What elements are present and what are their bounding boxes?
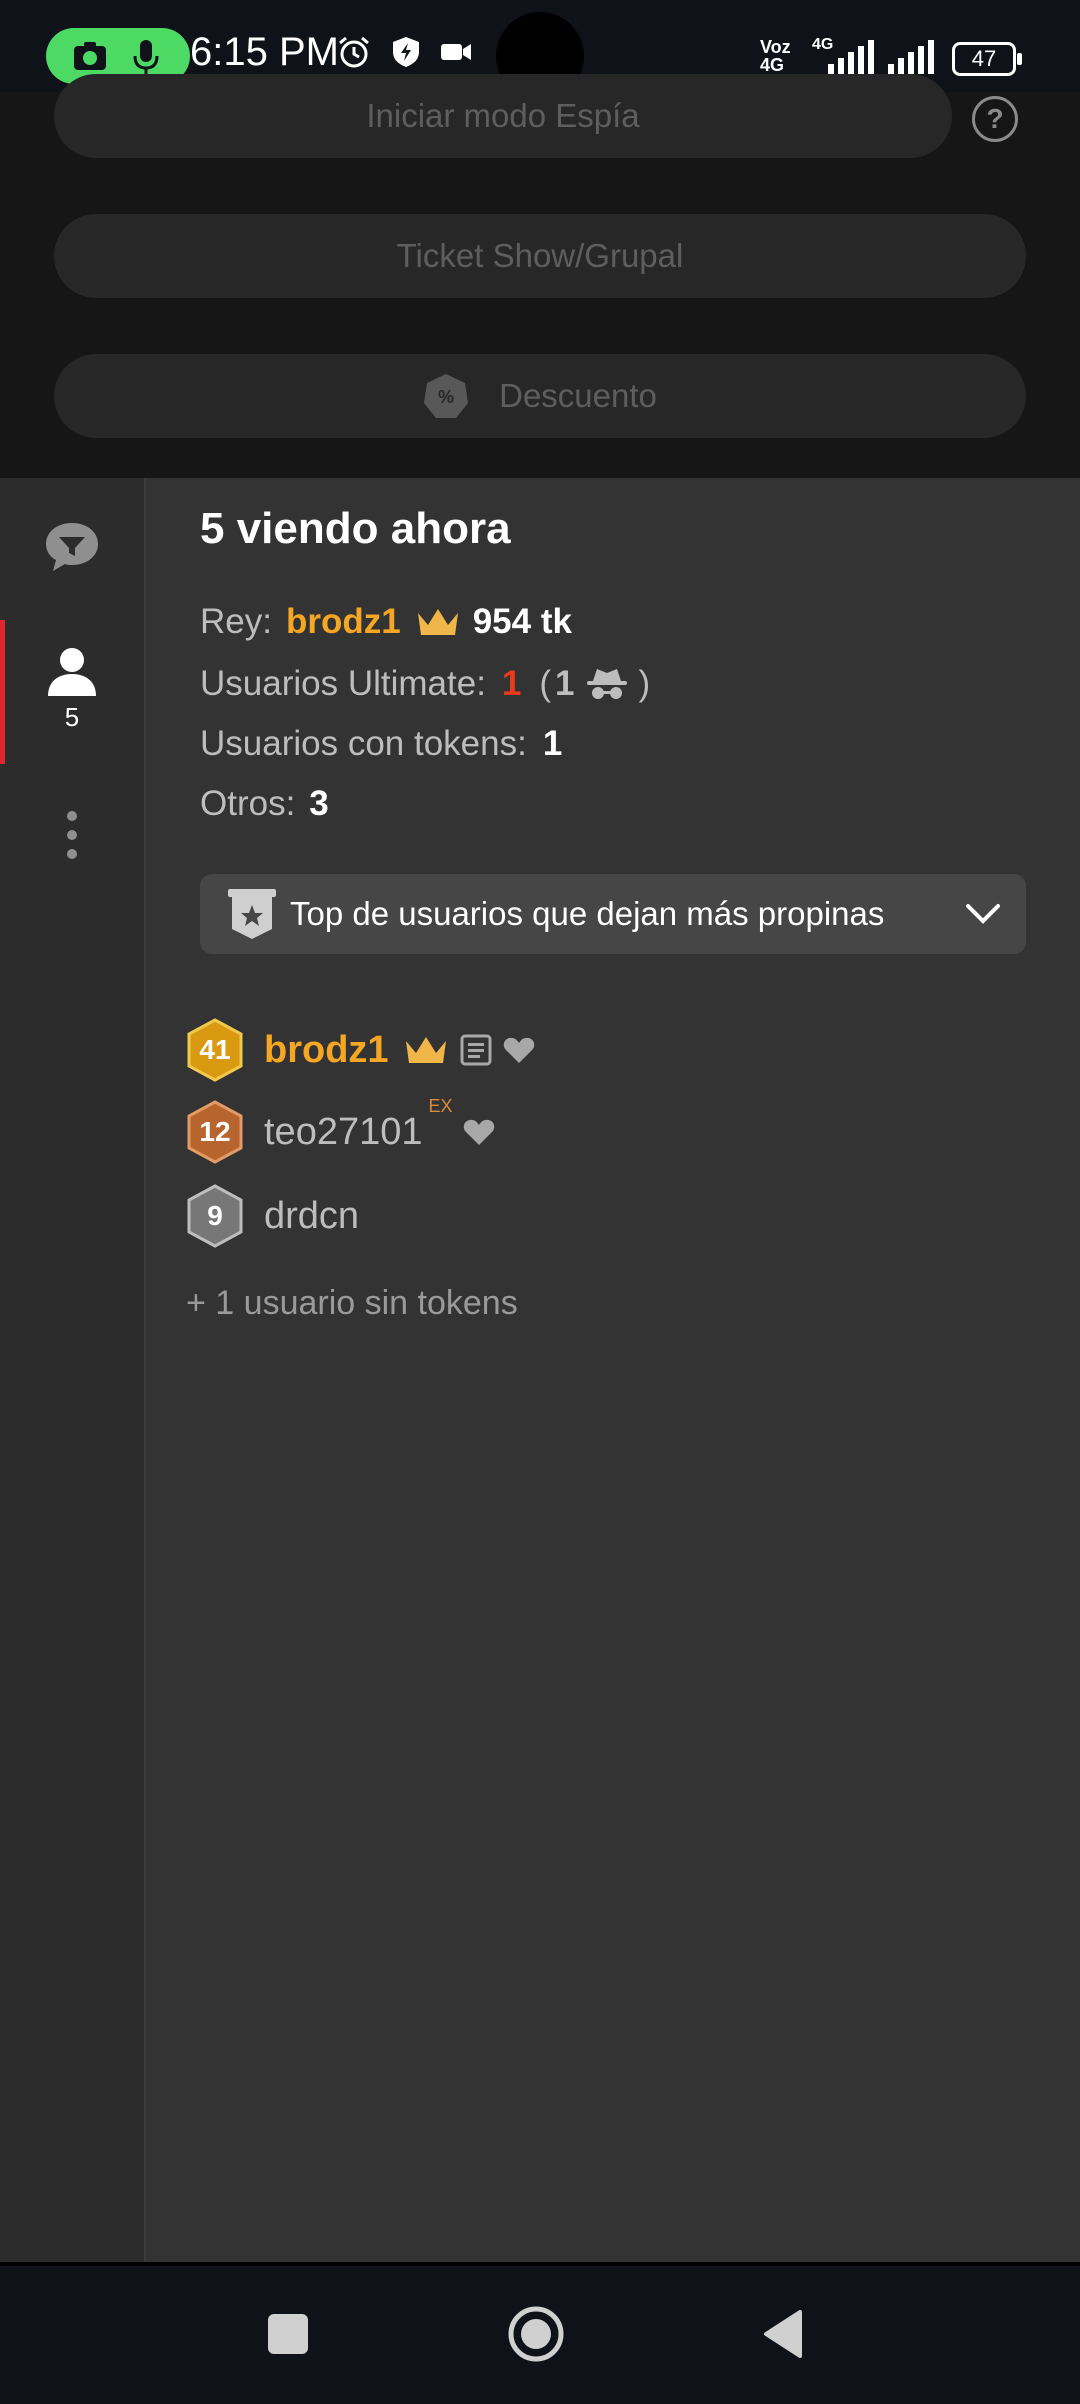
level-badge: 41 xyxy=(186,1018,244,1082)
username[interactable]: teo27101 xyxy=(264,1111,423,1154)
ex-tag: EX xyxy=(428,1096,453,1116)
sidebar-item-more[interactable] xyxy=(0,810,144,860)
discount-button[interactable]: % Descuento xyxy=(54,354,1026,438)
king-username[interactable]: brodz1 xyxy=(286,602,401,642)
camera-icon xyxy=(74,42,106,70)
notes-icon[interactable] xyxy=(459,1033,493,1067)
clock: 6:15 PM xyxy=(190,30,339,74)
ticket-show-button[interactable]: Ticket Show/Grupal xyxy=(54,214,1026,298)
level-badge: 12 xyxy=(186,1100,244,1164)
tokens-row: Usuarios con tokens: 1 xyxy=(200,724,562,764)
username[interactable]: brodz1 xyxy=(264,1029,389,1072)
username[interactable]: drdcn xyxy=(264,1195,359,1238)
level-badge: 9 xyxy=(186,1184,244,1248)
back-icon[interactable] xyxy=(760,2308,806,2360)
video-call-icon xyxy=(441,44,471,60)
spy-mode-button[interactable]: Iniciar modo Espía xyxy=(54,74,952,158)
signal-2-icon xyxy=(888,40,934,74)
incognito-count: 1 xyxy=(555,664,575,703)
system-navigation-bar xyxy=(0,2262,1080,2404)
signal-1-icon xyxy=(828,40,874,74)
star-shield-icon xyxy=(228,889,276,939)
battery-indicator: 47 xyxy=(952,42,1022,76)
king-tokens: 954 tk xyxy=(472,602,572,641)
percent-badge-icon: % xyxy=(424,374,469,418)
sidebar-item-chat[interactable] xyxy=(0,520,144,574)
incognito-open-paren: ( xyxy=(539,664,552,703)
page-title: 5 viendo ahora xyxy=(200,504,511,553)
home-icon[interactable] xyxy=(506,2304,566,2364)
users-without-tokens: + 1 usuario sin tokens xyxy=(186,1284,518,1322)
chevron-down-icon xyxy=(966,904,1000,924)
king-row: Rey: brodz1 954 tk xyxy=(200,602,572,642)
user-icon xyxy=(48,648,96,696)
svg-text:%: % xyxy=(438,387,454,407)
list-item[interactable]: 12 teo27101 EX xyxy=(186,1096,495,1164)
dropdown-label: Top de usuarios que dejan más propinas xyxy=(290,895,885,932)
crown-icon xyxy=(417,609,458,635)
tokens-label: Usuarios con tokens: xyxy=(200,724,527,763)
list-item[interactable]: 41 brodz1 xyxy=(186,1018,535,1082)
heart-icon[interactable] xyxy=(503,1035,535,1065)
others-label: Otros: xyxy=(200,784,296,823)
chat-bubble-icon xyxy=(46,523,98,571)
users-count: 5 xyxy=(64,702,80,732)
heart-icon[interactable] xyxy=(463,1117,495,1147)
more-vertical-icon xyxy=(67,811,77,859)
ultimate-count: 1 xyxy=(501,664,522,703)
ultimate-label: Usuarios Ultimate: xyxy=(200,664,486,703)
sidebar-item-users[interactable]: 5 xyxy=(0,646,144,733)
list-item[interactable]: 9 drdcn xyxy=(186,1184,359,1248)
king-label: Rey: xyxy=(200,602,272,641)
others-row: Otros: 3 xyxy=(200,784,329,824)
volte-indicator: Voz 4G xyxy=(760,37,791,75)
recent-apps-icon[interactable] xyxy=(266,2312,310,2356)
others-count: 3 xyxy=(309,784,329,823)
alarm-icon xyxy=(339,36,369,68)
shield-bolt-icon xyxy=(393,37,419,67)
top-tippers-dropdown[interactable]: Top de usuarios que dejan más propinas xyxy=(200,874,1026,954)
side-navigation xyxy=(0,478,146,2262)
microphone-icon xyxy=(133,40,159,74)
incognito-close-paren: ) xyxy=(638,664,651,703)
tokens-count: 1 xyxy=(542,724,563,763)
discount-label: Descuento xyxy=(499,377,657,414)
crown-icon xyxy=(405,1037,446,1063)
ultimate-row: Usuarios Ultimate: 1 ( 1 ) xyxy=(200,664,650,704)
help-icon[interactable]: ? xyxy=(972,96,1018,142)
incognito-icon xyxy=(586,669,627,699)
